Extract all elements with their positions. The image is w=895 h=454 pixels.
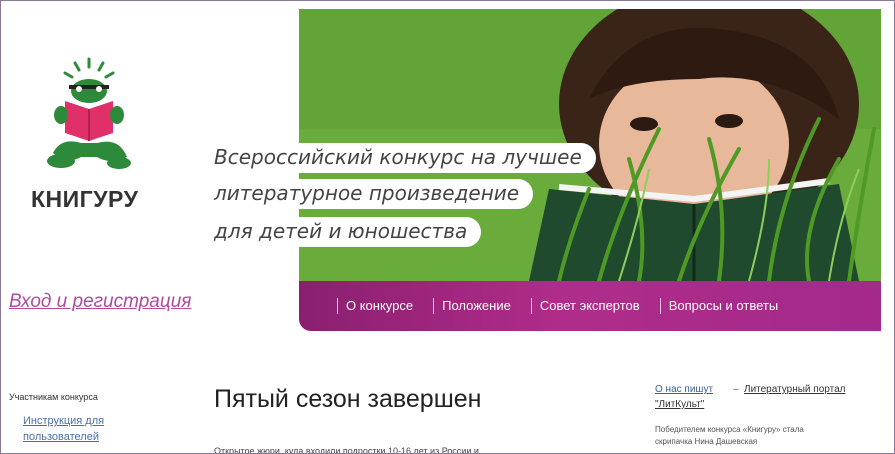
nav-item-rules[interactable]: Положение: [433, 298, 521, 314]
portal-link[interactable]: Литературный портал: [744, 384, 845, 395]
tagline-line-3: для детей и юношества: [206, 217, 482, 247]
page-frame: КНИГУРУ Всероссийский конкурс на лучшее …: [0, 0, 895, 454]
nav-item-faq[interactable]: Вопросы и ответы: [659, 298, 788, 314]
separator: –: [733, 384, 739, 395]
tagline-line-1: Всероссийский конкурс на лучшее: [206, 143, 596, 173]
tagline-line-2: литературное произведение: [206, 179, 534, 209]
sidebar-title: Участникам конкурса: [9, 392, 98, 402]
main-text: Открытое жюри, куда входили подростки 10…: [214, 446, 479, 454]
logo-mascot-icon: [47, 57, 131, 169]
sidebar-link-instructions-cont[interactable]: пользователей: [23, 431, 99, 443]
news-text-line-1: Победителем конкурса «Книгуру» стала: [655, 425, 804, 434]
news-text-line-2: скрипачка Нина Дашевская: [655, 437, 758, 446]
portal-link-name[interactable]: "ЛитКульт": [655, 399, 704, 410]
logo-wordmark: КНИГУРУ: [31, 186, 139, 212]
nav-item-experts[interactable]: Совет экспертов: [530, 298, 650, 314]
page-title: Пятый сезон завершен: [214, 385, 482, 413]
main-nav: О конкурсе Положение Совет экспертов Воп…: [299, 281, 881, 331]
sidebar-link-instructions[interactable]: Инструкция для: [23, 415, 104, 427]
login-register-link[interactable]: Вход и регистрация: [9, 291, 191, 313]
about-us-link[interactable]: О нас пишут: [655, 384, 713, 395]
nav-item-about[interactable]: О конкурсе: [337, 298, 423, 314]
